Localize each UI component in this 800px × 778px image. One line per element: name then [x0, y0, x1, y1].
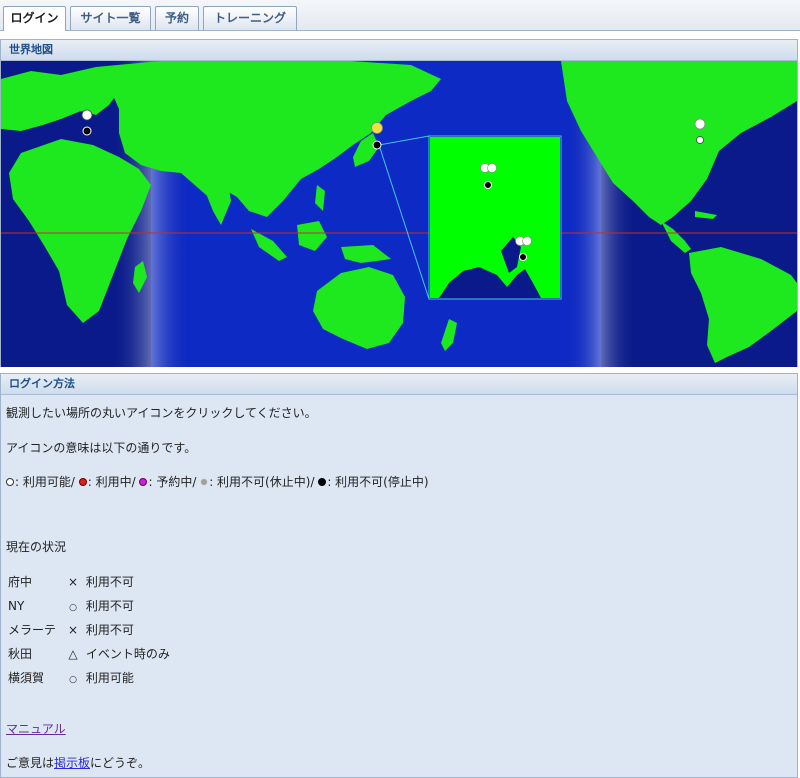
world-map-title: 世界地図 — [1, 40, 797, 61]
tab-login[interactable]: ログイン — [3, 6, 66, 31]
login-method-panel: ログイン方法 観測したい場所の丸いアイコンをクリックしてください。 アイコンの意… — [0, 373, 798, 778]
tab-reservation[interactable]: 予約 — [155, 6, 199, 30]
marker-merate-available[interactable] — [81, 109, 93, 121]
legend-in-use: : 利用中 / — [78, 473, 136, 490]
marker-inset-fuchu-stopped[interactable] — [484, 181, 492, 189]
reserved-dot-icon — [139, 477, 148, 486]
status-row-akita: 秋田 △ イベント時のみ — [8, 647, 170, 661]
available-dot-icon — [6, 477, 14, 486]
marker-inset-a2[interactable] — [487, 163, 497, 173]
marker-ny-small[interactable] — [696, 136, 704, 144]
stopped-dot-icon — [318, 477, 327, 486]
instruction-text: 観測したい場所の丸いアイコンをクリックしてください。 — [6, 406, 317, 420]
inset-map — [428, 135, 562, 300]
marker-inset-b2[interactable] — [522, 236, 532, 246]
login-method-title: ログイン方法 — [1, 374, 797, 395]
feedback-prefix: ご意見は — [6, 756, 55, 770]
status-row-fuchu: 府中 × 利用不可 — [8, 575, 134, 589]
marker-ny-available[interactable] — [694, 118, 706, 130]
feedback-suffix: にどうぞ。 — [90, 756, 151, 770]
tab-bar: ログイン サイト一覧 予約 トレーニング — [0, 0, 800, 31]
legend-available: : 利用可能 / — [6, 473, 75, 490]
legend-reserved: : 予約中 / — [139, 473, 196, 490]
legend-stopped: : 利用不可(停止中) — [318, 473, 429, 490]
marker-merate-stopped[interactable] — [82, 126, 92, 136]
manual-link[interactable]: マニュアル — [6, 722, 66, 736]
inset-land — [430, 137, 560, 298]
legend-suspended: : 利用不可(休止中) / — [200, 473, 314, 490]
manual-line: マニュアル — [6, 720, 66, 737]
legend: : 利用可能 / : 利用中 / : 予約中 / : 利用不可(休止中) / :… — [6, 473, 429, 490]
world-map — [1, 61, 797, 367]
marker-japan-stopped[interactable] — [372, 140, 382, 150]
suspended-dot-icon — [200, 477, 209, 486]
status-heading: 現在の状況 — [6, 540, 67, 554]
tab-training[interactable]: トレーニング — [203, 6, 297, 30]
bbs-link[interactable]: 掲示板 — [54, 756, 90, 770]
status-row-ny: NY ○ 利用不可 — [8, 599, 134, 613]
feedback-line: ご意見は掲示板にどうぞ。 — [6, 754, 150, 771]
tab-site-list[interactable]: サイト一覧 — [70, 6, 151, 30]
marker-japan-group[interactable] — [371, 122, 383, 134]
status-row-merate: メラーテ × 利用不可 — [8, 623, 134, 637]
world-map-panel: 世界地図 — [0, 39, 798, 367]
in-use-dot-icon — [78, 477, 87, 486]
icon-meaning-text: アイコンの意味は以下の通りです。 — [6, 441, 197, 455]
status-row-yokosuka: 横須賀 ○ 利用可能 — [8, 671, 134, 685]
marker-inset-yokosuka-stopped[interactable] — [519, 253, 527, 261]
